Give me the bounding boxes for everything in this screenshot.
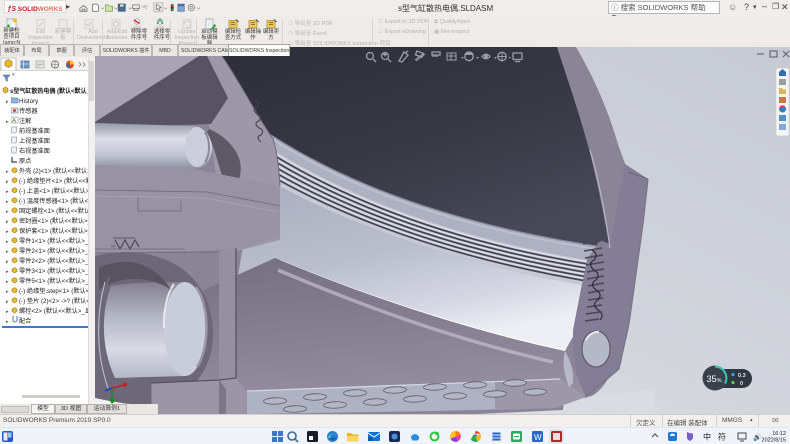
- svg-text:2022/8/15: 2022/8/15: [762, 438, 786, 444]
- svg-text:16:12: 16:12: [772, 431, 786, 437]
- svg-text:中: 中: [703, 432, 711, 442]
- svg-text:0: 0: [740, 381, 743, 387]
- svg-text:0.3: 0.3: [738, 373, 746, 379]
- svg-text:A: A: [12, 119, 16, 125]
- svg-text:符: 符: [718, 432, 726, 442]
- svg-text:W: W: [534, 433, 542, 442]
